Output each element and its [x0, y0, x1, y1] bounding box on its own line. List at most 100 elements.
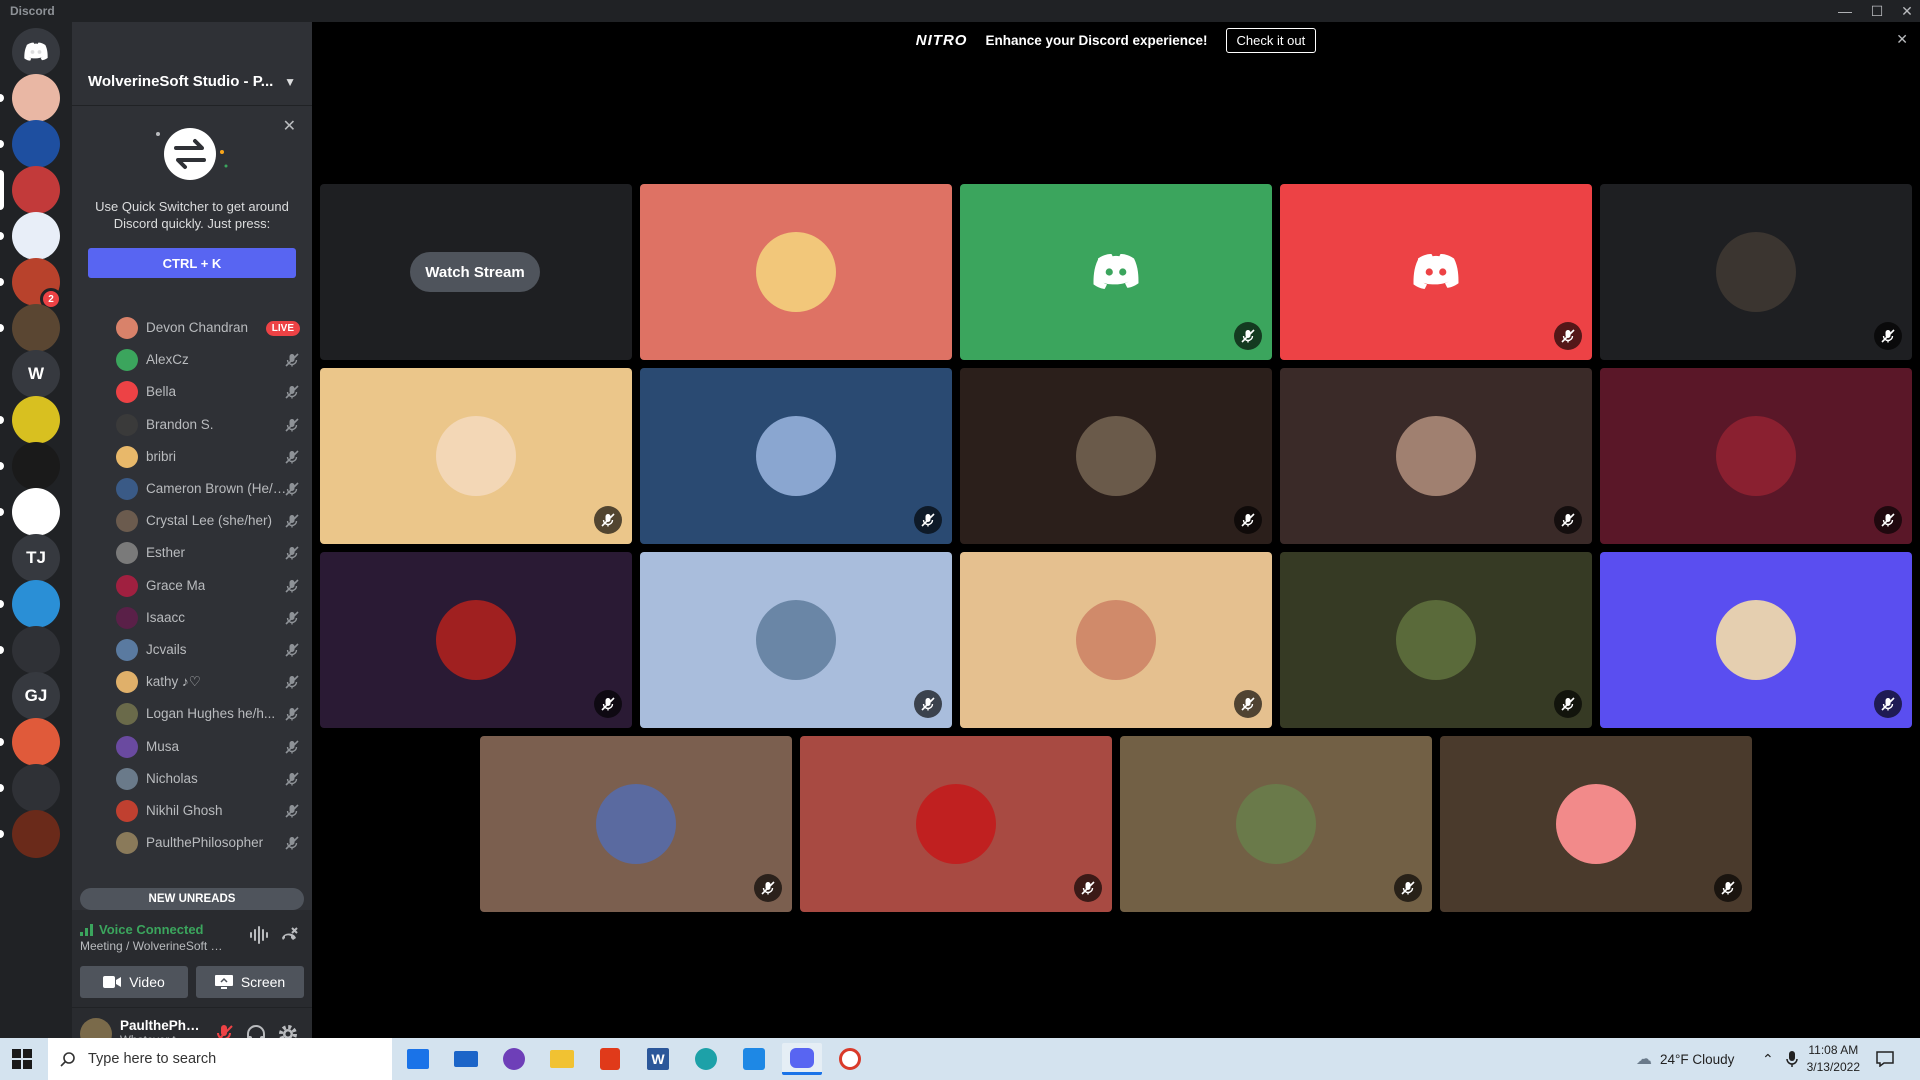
participant-tile[interactable]	[1280, 184, 1592, 360]
server-icon[interactable]	[12, 764, 60, 812]
participant-tile[interactable]	[1600, 184, 1912, 360]
taskbar-obs-icon[interactable]	[830, 1043, 870, 1075]
voice-member-row[interactable]: Jcvails	[80, 634, 306, 666]
notification-center-icon[interactable]	[1876, 1038, 1894, 1080]
microphone-tray-icon[interactable]	[1786, 1038, 1798, 1080]
server-icon[interactable]	[12, 580, 60, 628]
taskbar-discord-icon[interactable]	[782, 1043, 822, 1075]
close-window-button[interactable]: ✕	[1892, 1, 1920, 21]
taskbar-github-icon[interactable]	[494, 1043, 534, 1075]
member-avatar	[116, 478, 138, 500]
voice-connected-status[interactable]: Voice Connected	[80, 922, 204, 937]
minimize-button[interactable]: —	[1830, 1, 1860, 21]
tray-chevron-icon[interactable]: ⌃	[1762, 1038, 1774, 1080]
participant-tile[interactable]	[640, 552, 952, 728]
video-button[interactable]: Video	[80, 966, 188, 998]
participant-tile[interactable]	[640, 184, 952, 360]
voice-member-row[interactable]: kathy ♪♡	[80, 666, 306, 698]
voice-member-row[interactable]: Brandon S.	[80, 409, 306, 441]
server-icon[interactable]	[12, 166, 60, 214]
server-icon[interactable]	[12, 810, 60, 858]
new-unreads-button[interactable]: NEW UNREADS	[80, 888, 304, 910]
tile-muted-icon	[754, 874, 782, 902]
member-avatar	[116, 832, 138, 855]
member-avatar	[116, 767, 138, 790]
server-icon[interactable]	[12, 120, 60, 168]
server-header[interactable]: WolverineSoft Studio - P... ▼	[72, 58, 312, 106]
participant-avatar	[1716, 416, 1796, 496]
voice-member-row[interactable]: Musa	[80, 731, 306, 763]
participant-tile[interactable]	[1600, 368, 1912, 544]
server-icon[interactable]	[12, 74, 60, 122]
participant-tile[interactable]	[960, 368, 1272, 544]
voice-member-row[interactable]: Isaacc	[80, 602, 306, 634]
weather-widget[interactable]: ☁ 24°F Cloudy	[1636, 1038, 1734, 1080]
voice-member-row[interactable]: PaulthePhilosopher	[80, 827, 306, 859]
stream-tile[interactable]: Watch Stream	[320, 184, 632, 360]
maximize-button[interactable]: ☐	[1862, 1, 1892, 21]
participant-tile[interactable]	[480, 736, 792, 912]
server-icon[interactable]	[12, 212, 60, 260]
discord-home-button[interactable]	[12, 28, 60, 76]
screen-share-button[interactable]: Screen	[196, 966, 304, 998]
tile-muted-icon	[914, 506, 942, 534]
member-name: Devon Chandran	[146, 320, 249, 335]
server-icon-gj[interactable]: GJ	[12, 672, 60, 720]
noise-suppression-icon[interactable]	[248, 924, 270, 946]
voice-member-row[interactable]: Logan Hughes he/h...	[80, 698, 306, 730]
voice-member-row[interactable]: Cameron Brown (He/Hi...	[80, 473, 306, 505]
voice-member-row[interactable]: Grace Ma	[80, 570, 306, 602]
close-icon[interactable]: ✕	[1896, 31, 1908, 48]
server-icon[interactable]	[12, 304, 60, 352]
taskbar-clock[interactable]: 11:08 AM 3/13/2022	[1807, 1042, 1860, 1076]
tile-muted-icon	[1234, 506, 1262, 534]
discord-logo-icon	[1093, 254, 1139, 289]
disconnect-icon[interactable]	[278, 924, 300, 946]
tile-muted-icon	[1234, 690, 1262, 718]
voice-member-row[interactable]: Crystal Lee (she/her)	[80, 505, 306, 537]
participant-tile[interactable]	[960, 184, 1272, 360]
watch-stream-button[interactable]: Watch Stream	[410, 252, 540, 292]
nitro-check-it-out-button[interactable]: Check it out	[1225, 27, 1317, 53]
participant-tile[interactable]	[800, 736, 1112, 912]
quick-switcher-shortcut-button[interactable]: CTRL + K	[88, 248, 296, 278]
voice-member-row[interactable]: Nikhil Ghosh	[80, 795, 306, 827]
participant-tile[interactable]	[320, 368, 632, 544]
participant-tile[interactable]	[1280, 552, 1592, 728]
server-icon-tj[interactable]: TJ	[12, 534, 60, 582]
taskbar-folder-icon[interactable]	[542, 1043, 582, 1075]
windows-start-icon[interactable]	[12, 1049, 32, 1069]
taskbar-word-icon[interactable]: W	[638, 1043, 678, 1075]
server-icon[interactable]	[12, 396, 60, 444]
participant-tile[interactable]	[960, 552, 1272, 728]
voice-channel-text[interactable]: Meeting / WolverineSoft St...	[80, 939, 230, 953]
taskbar-vscode-icon[interactable]	[734, 1043, 774, 1075]
server-icon[interactable]	[12, 488, 60, 536]
participant-tile[interactable]	[1440, 736, 1752, 912]
server-icon[interactable]	[12, 718, 60, 766]
server-icon[interactable]	[12, 442, 60, 490]
server-icon-w[interactable]: W	[12, 350, 60, 398]
voice-member-row[interactable]: Bella	[80, 376, 306, 408]
taskbar-edge-icon[interactable]	[686, 1043, 726, 1075]
taskbar-mail-icon[interactable]	[446, 1043, 486, 1075]
taskbar-office-icon[interactable]	[590, 1043, 630, 1075]
voice-member-row[interactable]: Esther	[80, 537, 306, 569]
close-icon[interactable]: ✕	[283, 116, 296, 136]
participant-tile[interactable]	[320, 552, 632, 728]
taskbar-search-input[interactable]: Type here to search	[48, 1038, 392, 1080]
voice-member-row[interactable]: Nicholas	[80, 763, 306, 795]
voice-member-row[interactable]: Devon Chandran LIVE	[80, 312, 306, 344]
tile-muted-icon	[1074, 874, 1102, 902]
voice-member-row[interactable]: AlexCz	[80, 344, 306, 376]
participant-tile[interactable]	[640, 368, 952, 544]
participant-tile[interactable]	[1120, 736, 1432, 912]
username[interactable]: PaulthePhil...	[120, 1018, 202, 1033]
taskbar-store-icon[interactable]	[398, 1043, 438, 1075]
server-icon[interactable]	[12, 626, 60, 674]
participant-tile[interactable]	[1600, 552, 1912, 728]
muted-microphone-icon	[285, 385, 299, 399]
unread-indicator	[0, 830, 4, 838]
voice-member-row[interactable]: bribri	[80, 441, 306, 473]
participant-tile[interactable]	[1280, 368, 1592, 544]
